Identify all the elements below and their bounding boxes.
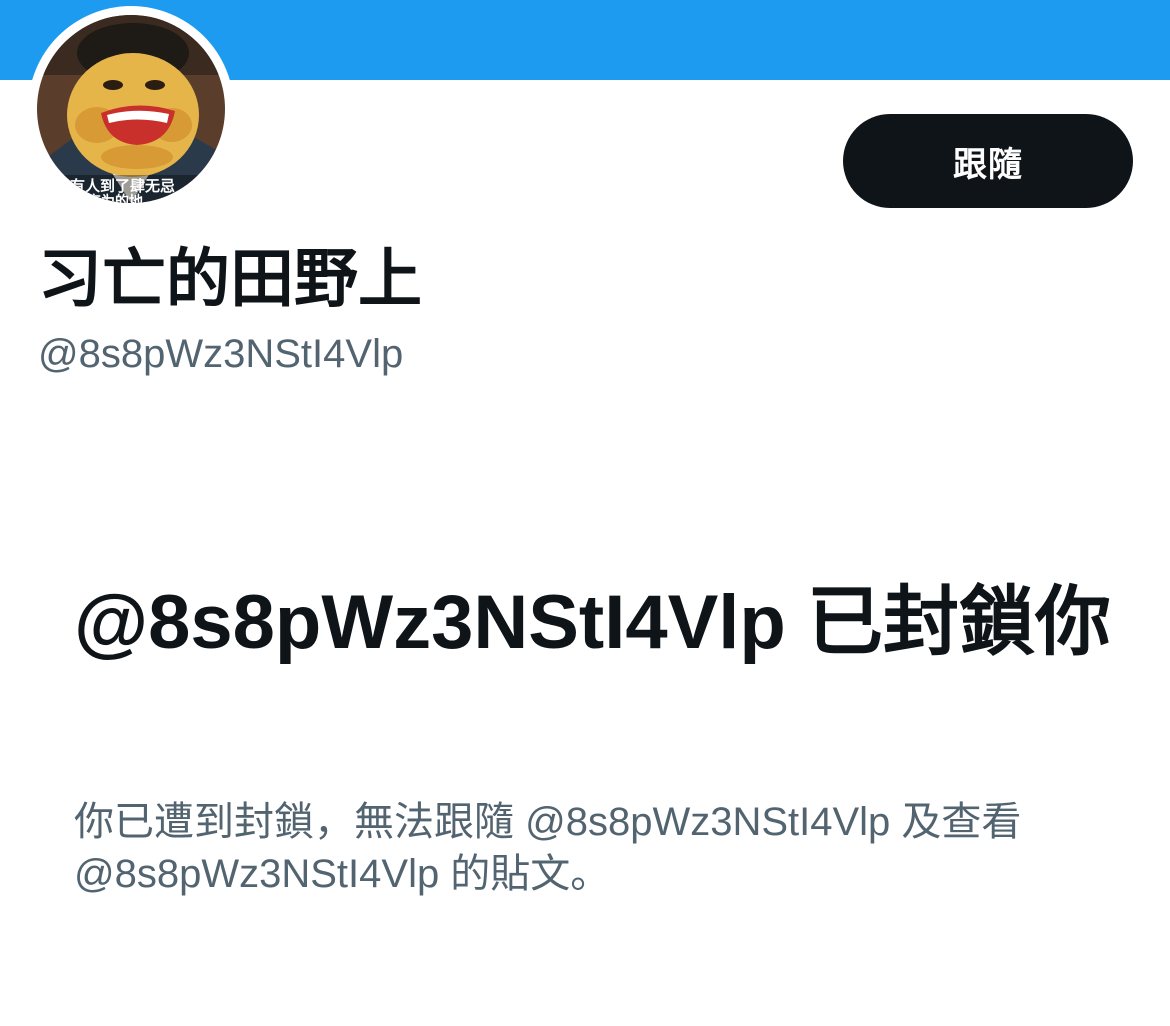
user-handle: @8s8pWz3NStI4Vlp xyxy=(38,332,404,376)
blocked-title: @8s8pWz3NStI4Vlp 已封鎖你 xyxy=(74,580,1111,665)
cartoon-avatar-icon: 经有人到了肆无忌 忘为的地 xyxy=(37,15,225,203)
follow-button[interactable]: 跟隨 xyxy=(843,114,1133,208)
avatar[interactable]: 经有人到了肆无忌 忘为的地 xyxy=(28,6,234,212)
display-name: 习亡的田野上 xyxy=(38,243,422,317)
avatar-image: 经有人到了肆无忌 忘为的地 xyxy=(37,15,225,203)
blocked-description: 你已遭到封鎖，無法跟隨 @8s8pWz3NStI4Vlp 及查看 @8s8pWz… xyxy=(74,800,1022,896)
avatar-caption-2: 忘为的地 xyxy=(87,193,143,203)
avatar-caption: 经有人到了肆无忌 xyxy=(55,177,175,195)
profile-page: 经有人到了肆无忌 忘为的地 跟隨 习亡的田野上 @8s8pWz3NStI4Vlp… xyxy=(0,0,1170,1026)
